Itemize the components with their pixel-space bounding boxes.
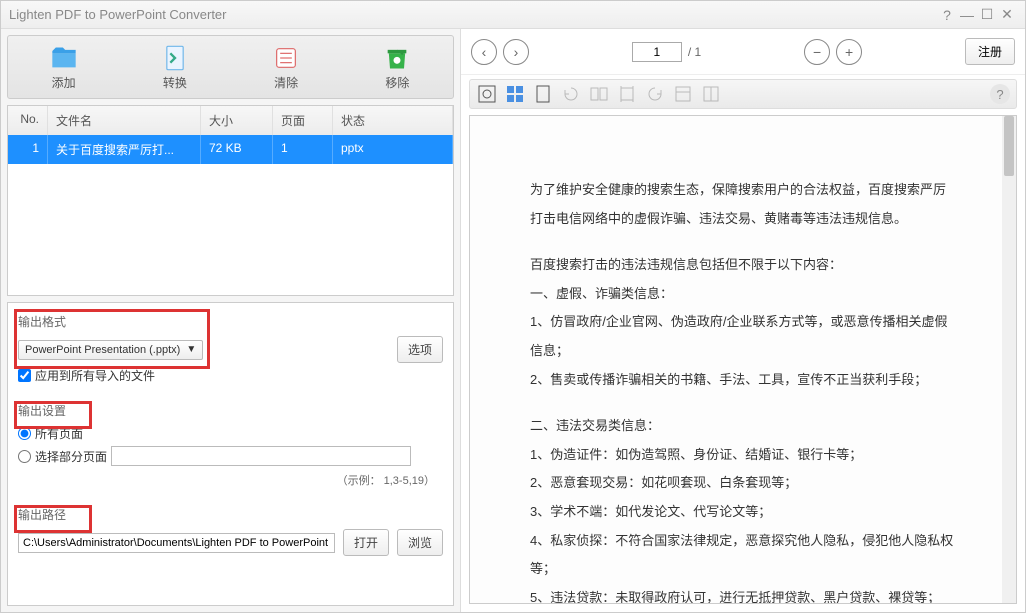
maximize-icon[interactable]: ☐ <box>977 6 997 23</box>
th-status[interactable]: 状态 <box>333 106 453 135</box>
help-icon[interactable]: ? <box>990 84 1010 104</box>
register-button[interactable]: 注册 <box>965 38 1015 65</box>
minimize-icon[interactable]: — <box>957 7 977 23</box>
fit-page-icon[interactable] <box>476 83 498 105</box>
preview-topbar: ‹ › / 1 − + 注册 <box>461 29 1025 75</box>
prev-page-button[interactable]: ‹ <box>471 39 497 65</box>
two-page-icon[interactable] <box>588 83 610 105</box>
window-title: Lighten PDF to PowerPoint Converter <box>9 7 227 22</box>
view-toolbar: ? <box>469 79 1017 109</box>
add-button[interactable]: 添加 <box>8 36 119 98</box>
remove-button[interactable]: 移除 <box>342 36 453 98</box>
page-number-input[interactable] <box>632 42 682 62</box>
format-select[interactable]: PowerPoint Presentation (.pptx) ▼ <box>18 340 203 360</box>
output-path-input[interactable] <box>18 533 335 553</box>
chevron-down-icon: ▼ <box>186 344 196 355</box>
th-name[interactable]: 文件名 <box>48 106 201 135</box>
th-page[interactable]: 页面 <box>273 106 333 135</box>
output-format-label: 输出格式 <box>18 313 443 330</box>
help-icon[interactable]: ? <box>937 7 957 23</box>
rotate-left-icon[interactable] <box>560 83 582 105</box>
convert-button[interactable]: 转换 <box>119 36 230 98</box>
file-table: No. 文件名 大小 页面 状态 1 关于百度搜索严厉打... 72 KB 1 … <box>7 105 454 296</box>
main-toolbar: 添加 转换 清除 移除 <box>7 35 454 99</box>
select-pages-radio[interactable]: 选择部分页面 <box>18 446 443 466</box>
th-size[interactable]: 大小 <box>201 106 273 135</box>
zoom-in-button[interactable]: + <box>836 39 862 65</box>
open-button[interactable]: 打开 <box>343 529 389 556</box>
grid-view-icon[interactable] <box>504 83 526 105</box>
th-no[interactable]: No. <box>8 106 48 135</box>
zoom-out-button[interactable]: − <box>804 39 830 65</box>
next-page-button[interactable]: › <box>503 39 529 65</box>
output-path-label: 输出路径 <box>18 506 443 523</box>
example-text: （示例： 1,3-5,19） <box>18 472 443 488</box>
scrollbar-thumb[interactable] <box>1004 116 1014 176</box>
page-range-input[interactable] <box>111 446 411 466</box>
close-icon[interactable]: ✕ <box>997 6 1017 23</box>
layout-b-icon[interactable] <box>700 83 722 105</box>
document-preview: 为了维护安全健康的搜索生态，保障搜索用户的合法权益，百度搜索严厉打击电信网络中的… <box>470 116 1016 604</box>
preview-pane: 为了维护安全健康的搜索生态，保障搜索用户的合法权益，百度搜索严厉打击电信网络中的… <box>469 115 1017 604</box>
page-total: / 1 <box>688 45 701 59</box>
clear-button[interactable]: 清除 <box>231 36 342 98</box>
options-button[interactable]: 选项 <box>397 336 443 363</box>
layout-a-icon[interactable] <box>672 83 694 105</box>
settings-panel: 输出格式 PowerPoint Presentation (.pptx) ▼ 选… <box>7 302 454 606</box>
titlebar: Lighten PDF to PowerPoint Converter ? — … <box>1 1 1025 29</box>
scrollbar[interactable] <box>1002 116 1016 603</box>
apply-all-checkbox[interactable]: 应用到所有导入的文件 <box>18 367 443 384</box>
crop-icon[interactable] <box>616 83 638 105</box>
browse-button[interactable]: 浏览 <box>397 529 443 556</box>
rotate-right-icon[interactable] <box>644 83 666 105</box>
table-row[interactable]: 1 关于百度搜索严厉打... 72 KB 1 pptx <box>8 135 453 164</box>
output-settings-label: 输出设置 <box>18 402 443 419</box>
all-pages-radio[interactable]: 所有页面 <box>18 425 443 442</box>
single-page-icon[interactable] <box>532 83 554 105</box>
